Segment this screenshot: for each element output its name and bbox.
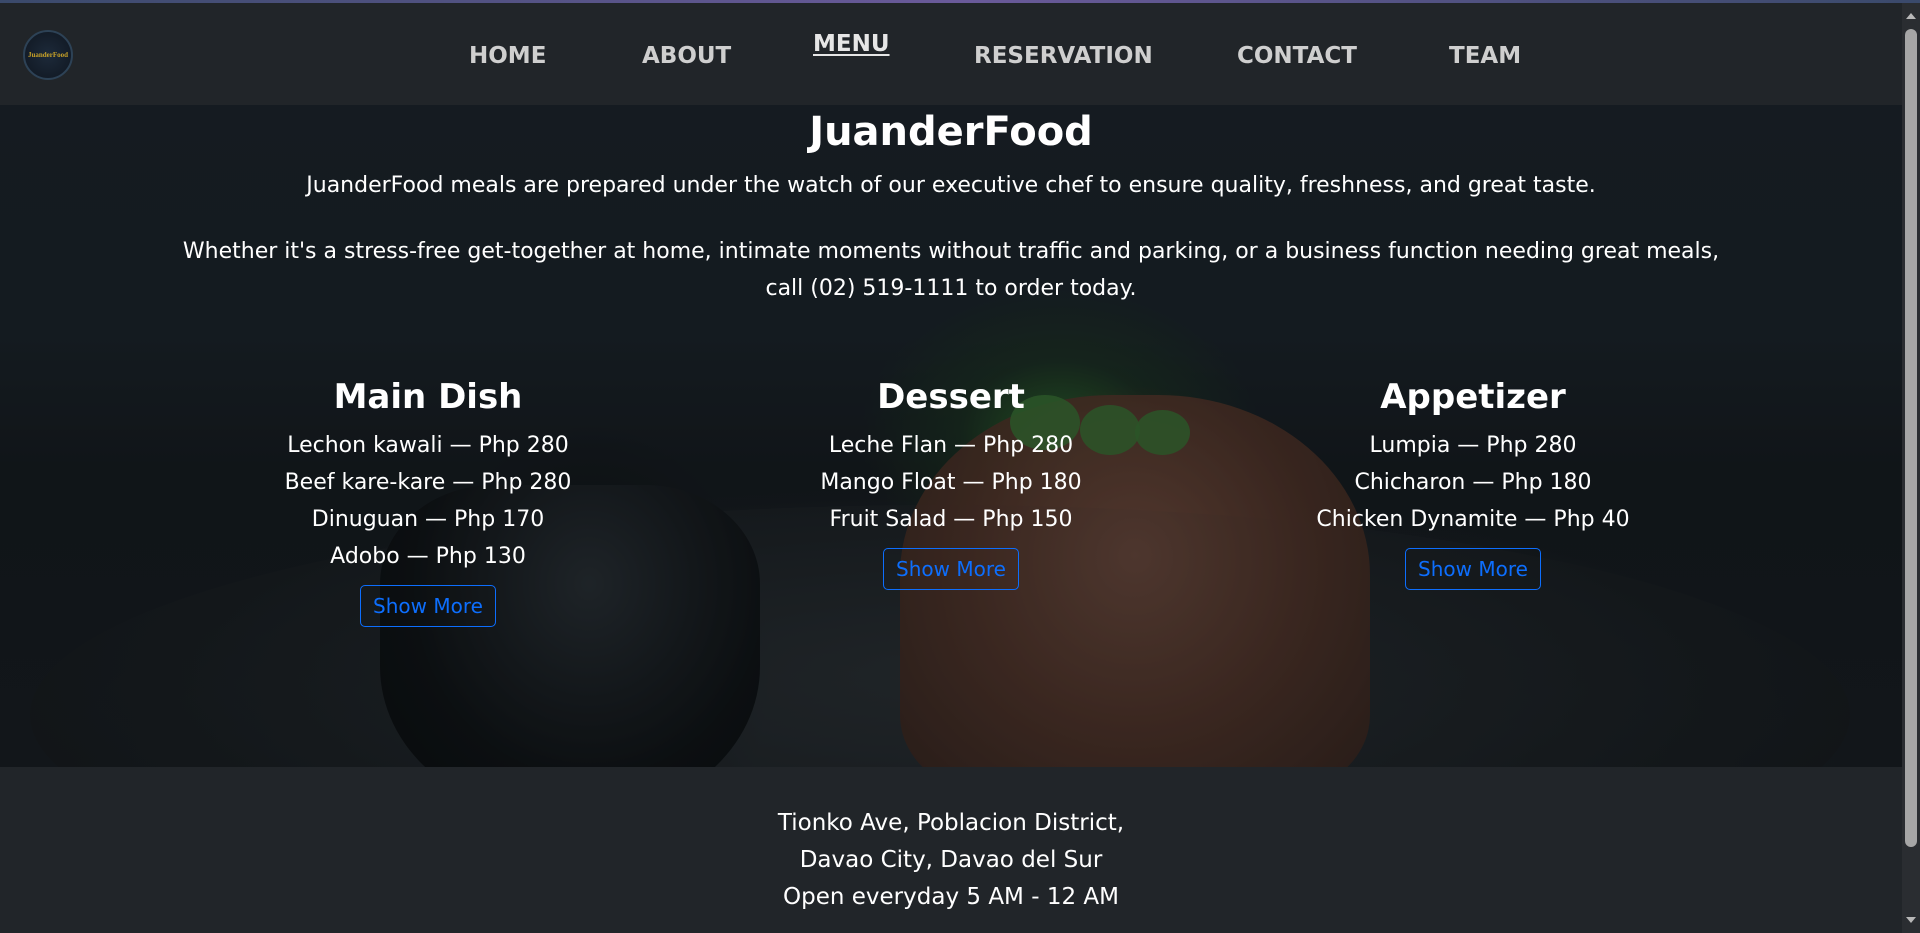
show-more-main-dish-button[interactable]: Show More xyxy=(360,585,496,627)
nav-menu[interactable]: MENU xyxy=(813,31,890,57)
nav-home[interactable]: HOME xyxy=(469,43,546,69)
menu-item: Chicharon — Php 180 xyxy=(1354,470,1592,495)
page-title: JuanderFood xyxy=(809,109,1093,155)
show-more-dessert-button[interactable]: Show More xyxy=(883,548,1019,590)
hero-content: JuanderFood JuanderFood meals are prepar… xyxy=(0,105,1902,767)
order-invite: Whether it's a stress-free get-together … xyxy=(182,239,1720,301)
footer-address-line2: Davao City, Davao del Sur xyxy=(799,847,1103,873)
nav-about[interactable]: ABOUT xyxy=(642,43,731,69)
menu-item: Chicken Dynamite — Php 40 xyxy=(1316,507,1630,532)
scrollbar-thumb[interactable] xyxy=(1905,29,1917,847)
nav-team[interactable]: TEAM xyxy=(1449,43,1521,69)
scroll-down-arrow-icon[interactable] xyxy=(1906,917,1916,923)
hero-section: JuanderFood JuanderFood meals are prepar… xyxy=(0,105,1902,767)
show-more-appetizer-button[interactable]: Show More xyxy=(1405,548,1541,590)
nav-contact[interactable]: CONTACT xyxy=(1237,43,1357,69)
vertical-scrollbar[interactable] xyxy=(1902,3,1920,933)
menu-column-title: Appetizer xyxy=(1380,377,1566,417)
footer-hours: Open everyday 5 AM - 12 AM xyxy=(783,884,1119,910)
tagline: JuanderFood meals are prepared under the… xyxy=(306,173,1596,198)
menu-column-appetizer: Appetizer Lumpia — Php 280 Chicharon — P… xyxy=(1163,377,1783,590)
nav-reservation[interactable]: RESERVATION xyxy=(974,43,1153,69)
footer: Tionko Ave, Poblacion District, Davao Ci… xyxy=(0,767,1902,933)
navbar: JuanderFood HOME ABOUT MENU RESERVATION … xyxy=(0,3,1920,105)
nav-links: HOME ABOUT MENU RESERVATION CONTACT TEAM xyxy=(0,3,1920,105)
scroll-up-arrow-icon[interactable] xyxy=(1906,13,1916,19)
menu-item: Lumpia — Php 280 xyxy=(1369,433,1577,458)
footer-address-line1: Tionko Ave, Poblacion District, xyxy=(777,810,1125,836)
